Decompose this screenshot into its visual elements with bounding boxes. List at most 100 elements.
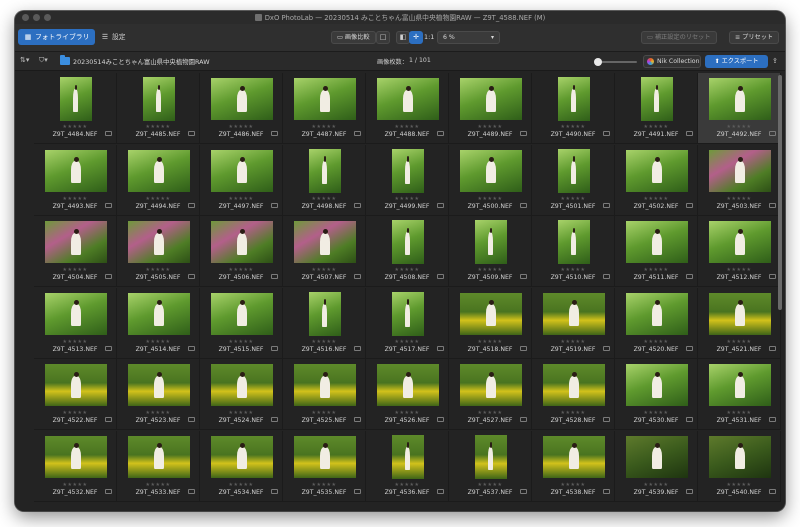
thumbnail-image[interactable] <box>640 77 673 121</box>
thumbnail-image[interactable] <box>210 149 273 192</box>
rating-stars[interactable]: ★★★★★ <box>449 124 531 130</box>
thumbnail-image[interactable] <box>557 77 590 121</box>
thumbnail-cell[interactable]: ★★★★★ Z9T_4519.NEF <box>532 287 615 359</box>
vertical-scrollbar[interactable] <box>778 75 782 310</box>
slider-handle[interactable] <box>594 58 602 66</box>
thumbnail-cell[interactable]: ★★★★★ Z9T_4508.NEF <box>366 216 449 287</box>
thumbnail-image[interactable] <box>210 364 273 406</box>
thumbnail-image[interactable] <box>391 434 424 479</box>
rating-stars[interactable]: ★★★★★ <box>34 339 116 345</box>
thumbnail-image[interactable] <box>557 148 590 193</box>
thumbnail-image[interactable] <box>293 435 356 478</box>
rating-stars[interactable]: ★★★★★ <box>117 196 199 202</box>
thumbnail-cell[interactable]: ★★★★★ Z9T_4526.NEF <box>366 359 449 430</box>
rating-stars[interactable]: ★★★★★ <box>366 124 448 130</box>
rating-stars[interactable]: ★★★★★ <box>615 267 697 273</box>
thumbnail-cell[interactable]: ★★★★★ Z9T_4538.NEF <box>532 430 615 502</box>
rating-stars[interactable]: ★★★★★ <box>34 482 116 488</box>
thumbnail-image[interactable] <box>127 292 190 335</box>
thumbnail-image[interactable] <box>391 148 424 193</box>
rating-stars[interactable]: ★★★★★ <box>698 410 780 416</box>
thumbnail-image[interactable] <box>44 221 107 263</box>
thumbnail-cell[interactable]: ★★★★★ Z9T_4511.NEF <box>615 216 698 287</box>
thumbnail-image[interactable] <box>474 434 507 479</box>
thumbnail-cell[interactable]: ★★★★★ Z9T_4534.NEF <box>200 430 283 502</box>
thumbnail-image[interactable] <box>708 78 771 120</box>
thumbnail-cell[interactable]: ★★★★★ Z9T_4518.NEF <box>449 287 532 359</box>
rating-stars[interactable]: ★★★★★ <box>532 267 614 273</box>
thumbnail-cell[interactable]: ★★★★★ Z9T_4522.NEF <box>34 359 117 430</box>
rating-stars[interactable]: ★★★★★ <box>117 339 199 345</box>
rating-stars[interactable]: ★★★★★ <box>532 482 614 488</box>
thumbnail-cell[interactable]: ★★★★★ Z9T_4490.NEF <box>532 73 615 144</box>
presets-button[interactable]: ≡ プリセット <box>729 31 780 44</box>
rating-stars[interactable]: ★★★★★ <box>117 124 199 130</box>
thumbnail-cell[interactable]: ★★★★★ Z9T_4520.NEF <box>615 287 698 359</box>
rating-stars[interactable]: ★★★★★ <box>698 482 780 488</box>
thumbnail-image[interactable] <box>459 292 522 335</box>
rating-stars[interactable]: ★★★★★ <box>449 482 531 488</box>
rating-stars[interactable]: ★★★★★ <box>449 196 531 202</box>
rating-stars[interactable]: ★★★★★ <box>117 410 199 416</box>
thumbnail-cell[interactable]: ★★★★★ Z9T_4500.NEF <box>449 144 532 216</box>
thumbnail-image[interactable] <box>625 292 688 335</box>
thumbnail-cell[interactable]: ★★★★★ Z9T_4532.NEF <box>34 430 117 502</box>
thumbnail-image[interactable] <box>474 220 507 264</box>
thumbnail-cell[interactable]: ★★★★★ Z9T_4485.NEF <box>117 73 200 144</box>
move-tool-button[interactable]: ✛ <box>409 31 423 44</box>
rating-stars[interactable]: ★★★★★ <box>449 410 531 416</box>
thumbnail-image[interactable] <box>376 364 439 406</box>
thumbnail-cell[interactable]: ★★★★★ Z9T_4498.NEF <box>283 144 366 216</box>
rating-stars[interactable]: ★★★★★ <box>532 196 614 202</box>
rating-stars[interactable]: ★★★★★ <box>200 267 282 273</box>
thumbnail-cell[interactable]: ★★★★★ Z9T_4501.NEF <box>532 144 615 216</box>
rating-stars[interactable]: ★★★★★ <box>698 124 780 130</box>
thumbnail-cell[interactable]: ★★★★★ Z9T_4514.NEF <box>117 287 200 359</box>
thumbnail-size-slider[interactable] <box>594 58 637 66</box>
thumbnail-image[interactable] <box>542 292 605 335</box>
thumbnail-cell[interactable]: ★★★★★ Z9T_4494.NEF <box>117 144 200 216</box>
nik-collection-button[interactable]: Nik Collection <box>643 55 701 68</box>
rating-stars[interactable]: ★★★★★ <box>34 267 116 273</box>
thumbnail-cell[interactable]: ★★★★★ Z9T_4535.NEF <box>283 430 366 502</box>
export-button[interactable]: ⬆ エクスポート <box>705 55 768 68</box>
thumbnail-cell[interactable]: ★★★★★ Z9T_4509.NEF <box>449 216 532 287</box>
thumbnail-image[interactable] <box>625 364 688 406</box>
thumbnail-image[interactable] <box>293 364 356 406</box>
thumbnail-cell[interactable]: ★★★★★ Z9T_4516.NEF <box>283 287 366 359</box>
rating-stars[interactable]: ★★★★★ <box>200 482 282 488</box>
thumbnail-cell[interactable]: ★★★★★ Z9T_4515.NEF <box>200 287 283 359</box>
thumbnail-image[interactable] <box>127 364 190 406</box>
thumbnail-image[interactable] <box>210 221 273 263</box>
rating-stars[interactable]: ★★★★★ <box>366 410 448 416</box>
thumbnail-image[interactable] <box>708 435 771 478</box>
tab-customize[interactable]: ☰ 設定 <box>95 29 132 45</box>
thumbnail-cell[interactable]: ★★★★★ Z9T_4524.NEF <box>200 359 283 430</box>
thumbnail-cell[interactable]: ★★★★★ Z9T_4486.NEF <box>200 73 283 144</box>
rating-stars[interactable]: ★★★★★ <box>698 339 780 345</box>
thumbnail-image[interactable] <box>293 78 356 120</box>
thumbnail-cell[interactable]: ★★★★★ Z9T_4488.NEF <box>366 73 449 144</box>
thumbnail-cell[interactable]: ★★★★★ Z9T_4504.NEF <box>34 216 117 287</box>
thumbnail-image[interactable] <box>557 220 590 264</box>
rating-stars[interactable]: ★★★★★ <box>34 124 116 130</box>
thumbnail-image[interactable] <box>625 221 688 263</box>
rating-stars[interactable]: ★★★★★ <box>449 339 531 345</box>
rating-stars[interactable]: ★★★★★ <box>283 267 365 273</box>
rating-stars[interactable]: ★★★★★ <box>283 410 365 416</box>
rating-stars[interactable]: ★★★★★ <box>366 339 448 345</box>
thumbnail-image[interactable] <box>127 435 190 478</box>
thumbnail-cell[interactable]: ★★★★★ Z9T_4527.NEF <box>449 359 532 430</box>
thumbnail-image[interactable] <box>708 364 771 406</box>
thumbnail-image[interactable] <box>542 364 605 406</box>
rating-stars[interactable]: ★★★★★ <box>532 124 614 130</box>
thumbnail-image[interactable] <box>127 149 190 192</box>
thumbnail-cell[interactable]: ★★★★★ Z9T_4506.NEF <box>200 216 283 287</box>
rating-stars[interactable]: ★★★★★ <box>34 196 116 202</box>
rating-stars[interactable]: ★★★★★ <box>34 410 116 416</box>
thumbnail-cell[interactable]: ★★★★★ Z9T_4512.NEF <box>698 216 781 287</box>
thumbnail-image[interactable] <box>44 364 107 406</box>
rating-stars[interactable]: ★★★★★ <box>532 410 614 416</box>
thumbnail-image[interactable] <box>391 220 424 264</box>
split-view-button[interactable]: ◧ <box>396 31 410 44</box>
